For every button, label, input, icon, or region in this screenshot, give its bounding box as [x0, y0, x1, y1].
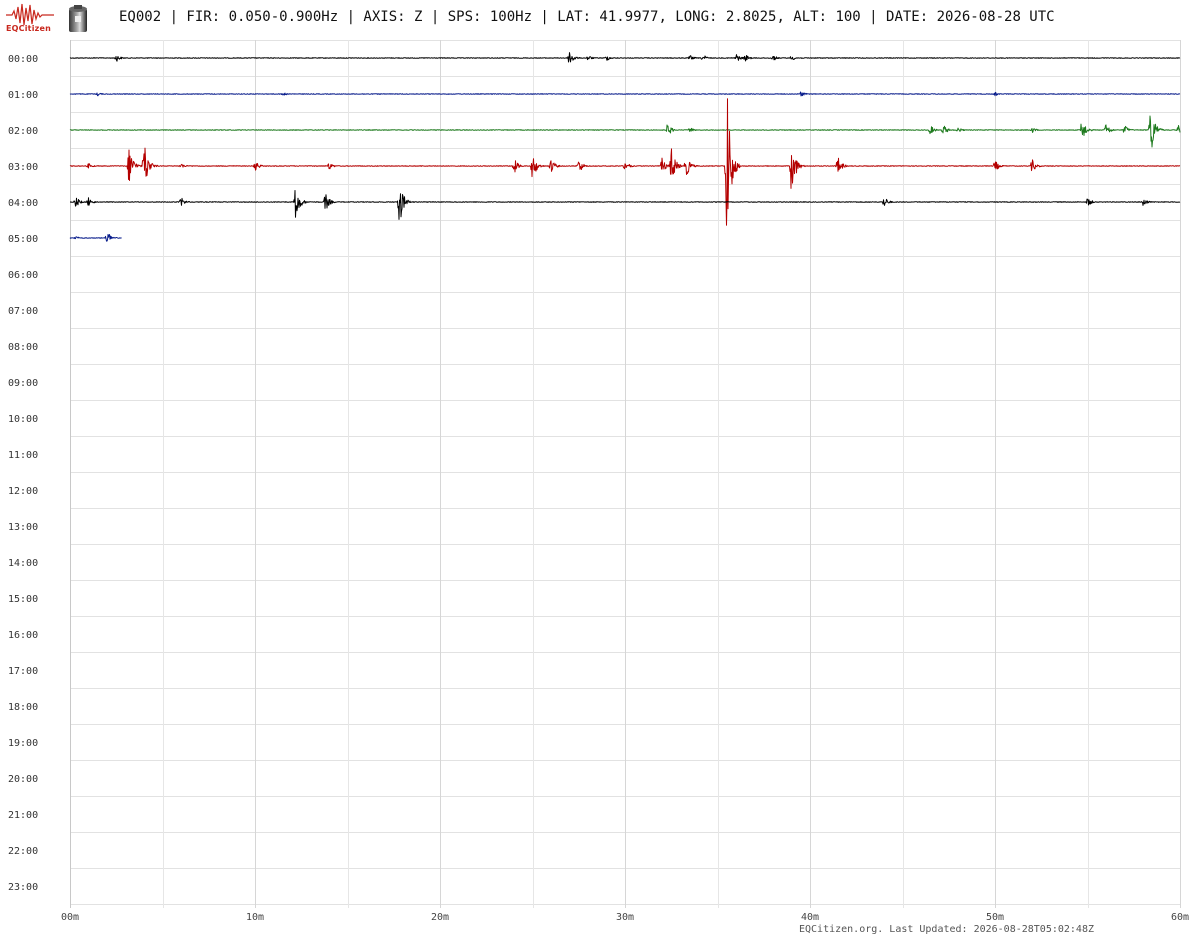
- x-tick-label: 00m: [61, 912, 79, 923]
- row-label: 22:00: [8, 846, 38, 857]
- row-label: 14:00: [8, 558, 38, 569]
- row-label: 03:00: [8, 162, 38, 173]
- row-label: 15:00: [8, 594, 38, 605]
- row-label: 17:00: [8, 666, 38, 677]
- row-label: 11:00: [8, 450, 38, 461]
- row-label: 05:00: [8, 234, 38, 245]
- row-label: 02:00: [8, 126, 38, 137]
- row-label: 01:00: [8, 90, 38, 101]
- helicorder-chart: 00:00 01:00 02:00 03:00 04:00 05:00 06:00 07:00…: [8, 40, 1189, 923]
- chart-grid: [70, 40, 1181, 908]
- row-label: 18:00: [8, 702, 38, 713]
- row-label: 07:00: [8, 306, 38, 317]
- row-label: 16:00: [8, 630, 38, 641]
- x-tick-label: 60m: [1171, 912, 1189, 923]
- x-axis-ticks: 00m 10m 20m 30m 40m 50m 60m: [61, 912, 1189, 923]
- x-tick-label: 10m: [246, 912, 264, 923]
- x-tick-label: 50m: [986, 912, 1004, 923]
- row-labels: 00:00 01:00 02:00 03:00 04:00 05:00 06:00 07:00…: [8, 54, 38, 893]
- row-label: 12:00: [8, 486, 38, 497]
- row-label: 00:00: [8, 54, 38, 65]
- row-label: 19:00: [8, 738, 38, 749]
- x-tick-label: 20m: [431, 912, 449, 923]
- row-label: 10:00: [8, 414, 38, 425]
- row-label: 13:00: [8, 522, 38, 533]
- row-label: 06:00: [8, 270, 38, 281]
- row-label: 21:00: [8, 810, 38, 821]
- row-label: 08:00: [8, 342, 38, 353]
- x-tick-label: 40m: [801, 912, 819, 923]
- trace-0500: [69, 234, 122, 242]
- row-label: 09:00: [8, 378, 38, 389]
- row-label: 04:00: [8, 198, 38, 209]
- x-tick-label: 30m: [616, 912, 634, 923]
- row-label: 23:00: [8, 882, 38, 893]
- last-updated: EQCitizen.org. Last Updated: 2026-08-28T…: [798, 924, 1094, 935]
- row-label: 20:00: [8, 774, 38, 785]
